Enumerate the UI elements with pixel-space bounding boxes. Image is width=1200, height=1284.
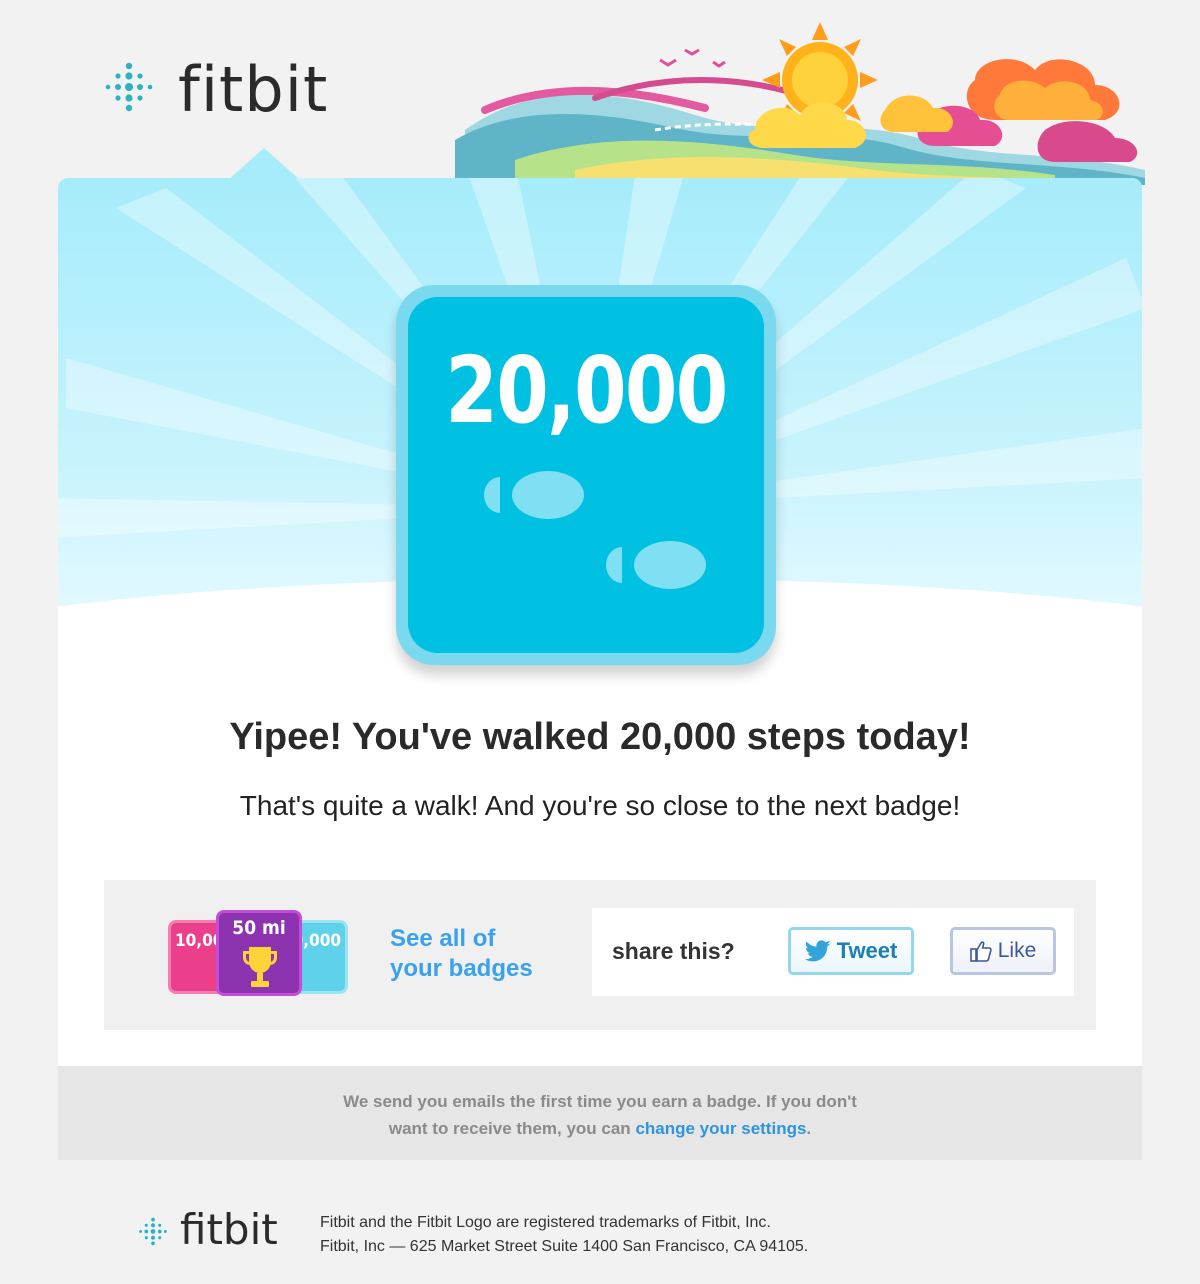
email-card: 20,000 Yipee! You've walked 20,000 steps… [58, 178, 1142, 1160]
notice-line2-text: want to receive them, you can [388, 1119, 631, 1138]
tweet-button[interactable]: Tweet [788, 927, 914, 975]
like-label: Like [997, 939, 1037, 962]
see-all-badges-line2: your badges [390, 955, 533, 982]
trophy-icon [243, 947, 277, 987]
facebook-like-button[interactable]: Like [950, 927, 1056, 975]
headline: Yipee! You've walked 20,000 steps today! [229, 716, 971, 758]
footer-fitbit-logo-icon [139, 1217, 167, 1246]
subline: That's quite a walk! And you're so close… [239, 790, 961, 821]
action-panel: 10,000 10,000 50 mi See all [104, 880, 1096, 1030]
brand-name: fitbit [178, 53, 329, 126]
mini-badge-distance: 50 mi [216, 910, 302, 996]
footprints-icon [484, 471, 706, 589]
share-label: share this? [612, 938, 735, 964]
notice-end: . [806, 1119, 812, 1138]
email-footer: fitbit Fitbit and the Fitbit Logo are re… [138, 1205, 1038, 1265]
email-settings-notice: We send you emails the first time you ea… [58, 1066, 1142, 1160]
steps-badge-face: 20,000 [408, 297, 764, 653]
share-box: share this? Tweet Like [592, 908, 1074, 996]
tweet-label: Tweet [836, 938, 898, 963]
notice-line1: We send you emails the first time you ea… [343, 1092, 857, 1111]
footer-address: Fitbit, Inc — 625 Market Street Suite 14… [320, 1238, 809, 1255]
fitbit-logo[interactable]: fitbit [100, 55, 328, 125]
email-header: fitbit [0, 0, 1200, 185]
notice-line2: want to receive them, you can change you… [58, 1115, 1142, 1142]
badge-collection[interactable]: 10,000 10,000 50 mi [168, 910, 358, 1000]
footer-legal: Fitbit and the Fitbit Logo are registere… [320, 1211, 808, 1259]
twitter-bird-icon [804, 940, 831, 962]
change-settings-link[interactable]: change your settings [635, 1119, 806, 1138]
see-all-badges-link[interactable]: See all of your badges [390, 924, 570, 984]
steps-badge: 20,000 [396, 285, 776, 665]
mini-badge-distance-label: 50 mi [232, 917, 286, 939]
hero-illustration [455, 22, 1145, 185]
header-pointer [228, 148, 300, 180]
footer-trademark: Fitbit and the Fitbit Logo are registere… [320, 1214, 771, 1231]
see-all-badges-line1: See all of [390, 925, 496, 952]
footer-brand-name: fitbit [180, 1205, 278, 1254]
fitbit-logo-icon [105, 62, 153, 112]
thumbs-up-icon [969, 941, 992, 962]
badge-steps-number: 20,000 [445, 337, 728, 444]
